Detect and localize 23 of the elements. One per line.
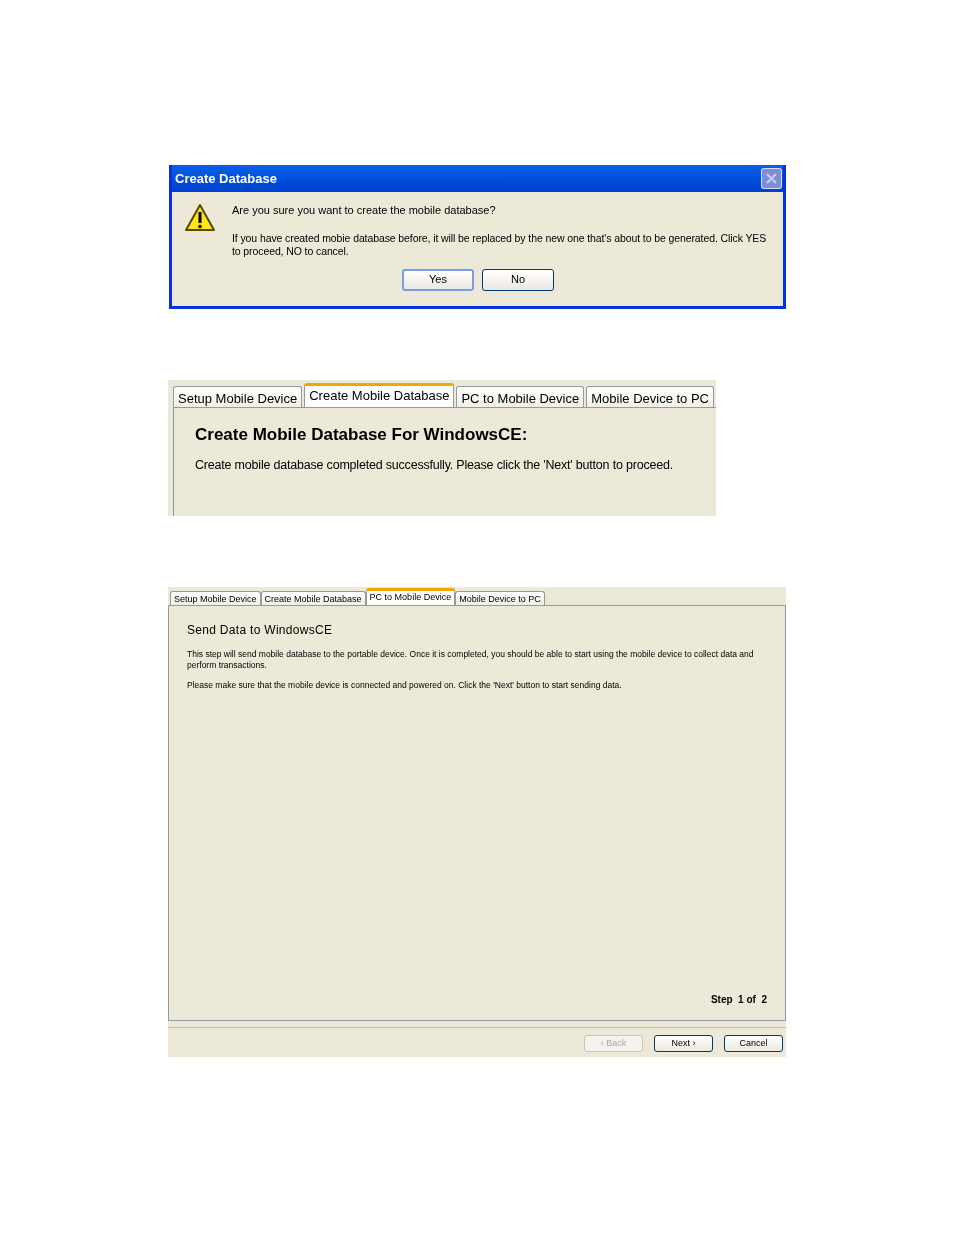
question-text: Are you sure you want to create the mobile database? bbox=[232, 203, 497, 218]
dialog-button[interactable]: No bbox=[482, 268, 554, 291]
window-title: Create Database bbox=[175, 169, 277, 188]
tab[interactable]: Mobile Device to PC bbox=[455, 591, 545, 605]
section-heading: Send Data to WindowsCE bbox=[187, 622, 334, 639]
paragraph: Please make sure that the mobile device is connected and powered on. Click the 'Next' button to start sending data. bbox=[187, 680, 623, 691]
detail-text: If you have created mobie database before, it will be replaced by the new one that's about to be generated. Click YES to proceed, NO to cancel. bbox=[232, 231, 768, 258]
tab[interactable]: Create Mobile Database bbox=[260, 591, 366, 605]
wizard-button[interactable]: Next › bbox=[654, 1035, 713, 1052]
close-icon[interactable] bbox=[761, 168, 782, 189]
tab[interactable]: Setup Mobile Device bbox=[170, 591, 261, 605]
tab[interactable]: Setup Mobile Device bbox=[173, 386, 303, 407]
dialog-button[interactable]: Yes bbox=[402, 268, 474, 291]
tab[interactable]: PC to Mobile Device bbox=[365, 588, 456, 605]
wizard-button[interactable]: Cancel bbox=[724, 1035, 783, 1052]
tab[interactable]: Mobile Device to PC bbox=[586, 386, 714, 407]
tab[interactable]: PC to Mobile Device bbox=[456, 386, 585, 407]
status-message: Create mobile database completed successfully. Please click the 'Next' button to proceed. bbox=[195, 456, 674, 474]
section-heading: Create Mobile Database For WindowsCE: bbox=[195, 424, 529, 446]
warning-icon bbox=[184, 203, 216, 233]
step-indicator: Step 1 of 2 bbox=[710, 993, 767, 1007]
paragraph: This step will send mobile database to the portable device. Once it is completed, you should be able to start using the mobile device to collect data and perform transactions. bbox=[187, 649, 755, 671]
tab[interactable]: Create Mobile Database bbox=[304, 383, 455, 407]
